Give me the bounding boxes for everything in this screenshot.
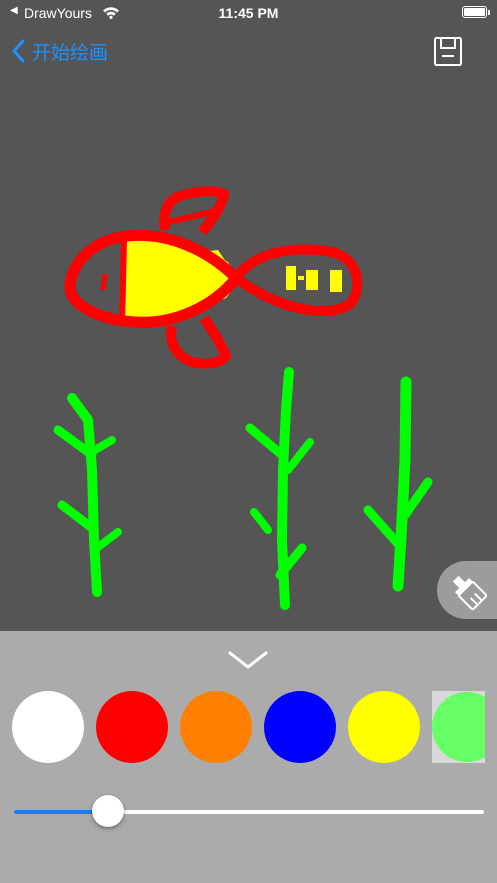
tool-panel xyxy=(0,631,497,883)
fish-drawing xyxy=(64,186,363,369)
color-swatch-white[interactable] xyxy=(12,691,84,763)
paint-brush-icon xyxy=(452,575,488,611)
color-swatch-green-fill xyxy=(432,692,485,762)
brush-tool-button[interactable] xyxy=(437,561,497,619)
drawing-canvas[interactable] xyxy=(0,76,497,631)
color-swatch-blue[interactable] xyxy=(264,691,336,763)
color-swatch-orange[interactable] xyxy=(180,691,252,763)
collapse-panel-button[interactable] xyxy=(224,645,272,675)
brush-size-slider[interactable] xyxy=(14,795,484,827)
status-bar: ◀ DrawYours 11:45 PM xyxy=(0,0,497,26)
status-time: 11:45 PM xyxy=(218,5,279,21)
save-button[interactable] xyxy=(430,34,466,70)
plant-drawing-right xyxy=(363,376,433,592)
chevron-left-icon xyxy=(12,39,25,63)
chevron-down-icon xyxy=(228,651,268,669)
color-swatch-green-selected[interactable] xyxy=(432,691,485,763)
nav-bar: 开始绘画 xyxy=(0,26,497,76)
battery-icon xyxy=(462,6,490,18)
back-label: 开始绘画 xyxy=(32,41,109,64)
color-swatch-red[interactable] xyxy=(96,691,168,763)
color-swatch-yellow[interactable] xyxy=(348,691,420,763)
back-button[interactable]: 开始绘画 xyxy=(12,36,108,66)
plant-drawing-middle xyxy=(245,367,314,610)
floppy-disk-icon xyxy=(434,37,462,66)
plant-drawing-left xyxy=(53,393,122,597)
slider-thumb[interactable] xyxy=(92,795,124,827)
